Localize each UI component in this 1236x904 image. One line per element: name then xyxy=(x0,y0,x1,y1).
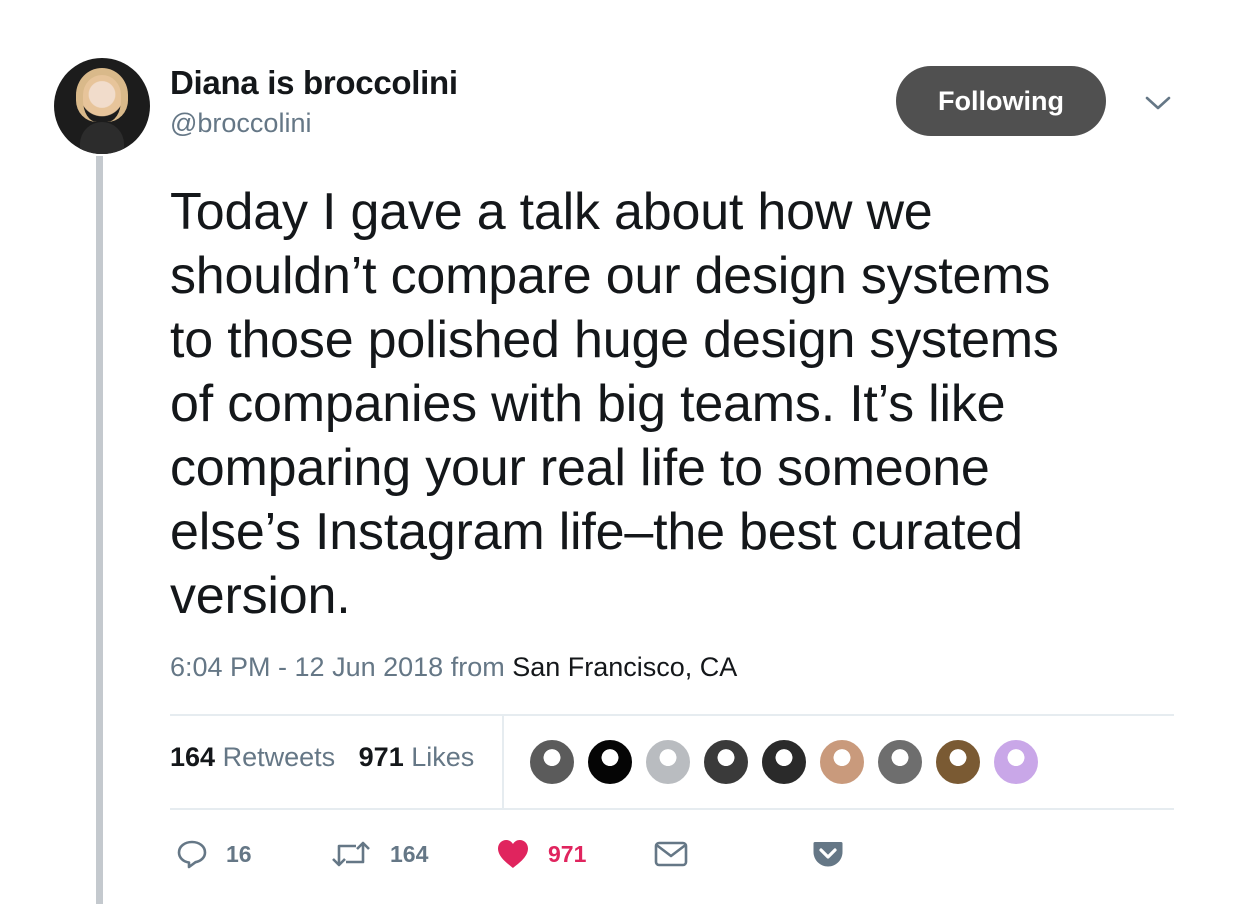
liker-avatar[interactable] xyxy=(760,738,808,786)
liker-avatar[interactable] xyxy=(934,738,982,786)
retweets-count: 164 xyxy=(170,742,216,772)
liker-avatar[interactable] xyxy=(992,738,1040,786)
avatar-hair xyxy=(76,68,128,122)
tweet-timestamp[interactable]: 6:04 PM - 12 Jun 2018 xyxy=(170,652,443,682)
author-display-name[interactable]: Diana is broccolini xyxy=(170,64,458,102)
divider xyxy=(170,714,1174,716)
heart-icon xyxy=(498,840,528,868)
tweet-meta: 6:04 PM - 12 Jun 2018 from San Francisco… xyxy=(170,652,737,683)
like-button[interactable]: 971 xyxy=(496,834,586,874)
reply-button[interactable]: 16 xyxy=(176,834,252,874)
likes-label: Likes xyxy=(411,742,475,772)
author-avatar[interactable] xyxy=(54,58,150,154)
retweet-count: 164 xyxy=(390,840,429,867)
reply-count: 16 xyxy=(226,840,252,867)
avatar-shirt xyxy=(80,122,124,154)
from-label: from xyxy=(450,652,505,682)
divider xyxy=(170,808,1174,810)
stats-divider xyxy=(502,716,504,808)
retweets-stat[interactable]: 164 Retweets xyxy=(170,742,335,772)
pocket-button[interactable] xyxy=(812,834,844,874)
tweet-text-line: else’s Instagram life–the best curated xyxy=(170,503,1023,561)
reply-icon xyxy=(177,840,207,869)
tweet-text-line: version. xyxy=(170,567,351,625)
likes-count: 971 xyxy=(358,742,404,772)
author-handle[interactable]: @broccolini xyxy=(170,108,311,139)
following-button[interactable]: Following xyxy=(896,66,1106,136)
liker-avatar[interactable] xyxy=(818,738,866,786)
retweets-label: Retweets xyxy=(222,742,336,772)
tweet-text-line: to those polished huge design systems xyxy=(170,311,1059,369)
thread-line xyxy=(96,156,103,904)
pocket-icon xyxy=(813,842,843,867)
tweet-text-line: comparing your real life to someone xyxy=(170,439,990,497)
likes-stat[interactable]: 971 Likes xyxy=(359,742,475,772)
engagement-stats: 164 Retweets 971 Likes xyxy=(170,742,474,773)
liker-avatar[interactable] xyxy=(528,738,576,786)
liker-avatar[interactable] xyxy=(586,738,634,786)
liker-avatar[interactable] xyxy=(702,738,750,786)
tweet-text-line: of companies with big teams. It’s like xyxy=(170,375,1006,433)
tweet-text: Today I gave a talk about how we shouldn… xyxy=(170,180,1190,628)
tweet-text-line: shouldn’t compare our design systems xyxy=(170,247,1051,305)
like-count: 971 xyxy=(548,840,587,867)
tweet-location[interactable]: San Francisco, CA xyxy=(512,652,737,682)
direct-message-button[interactable] xyxy=(654,834,688,874)
retweet-button[interactable]: 164 xyxy=(330,834,428,874)
retweet-icon xyxy=(332,841,370,867)
liker-avatar[interactable] xyxy=(644,738,692,786)
tweet-card: Diana is broccolini @broccolini Followin… xyxy=(0,0,1236,904)
tweet-text-line: Today I gave a talk about how we xyxy=(170,183,933,241)
chevron-down-icon[interactable] xyxy=(1143,88,1173,118)
envelope-icon xyxy=(654,841,688,867)
liker-avatar[interactable] xyxy=(876,738,924,786)
